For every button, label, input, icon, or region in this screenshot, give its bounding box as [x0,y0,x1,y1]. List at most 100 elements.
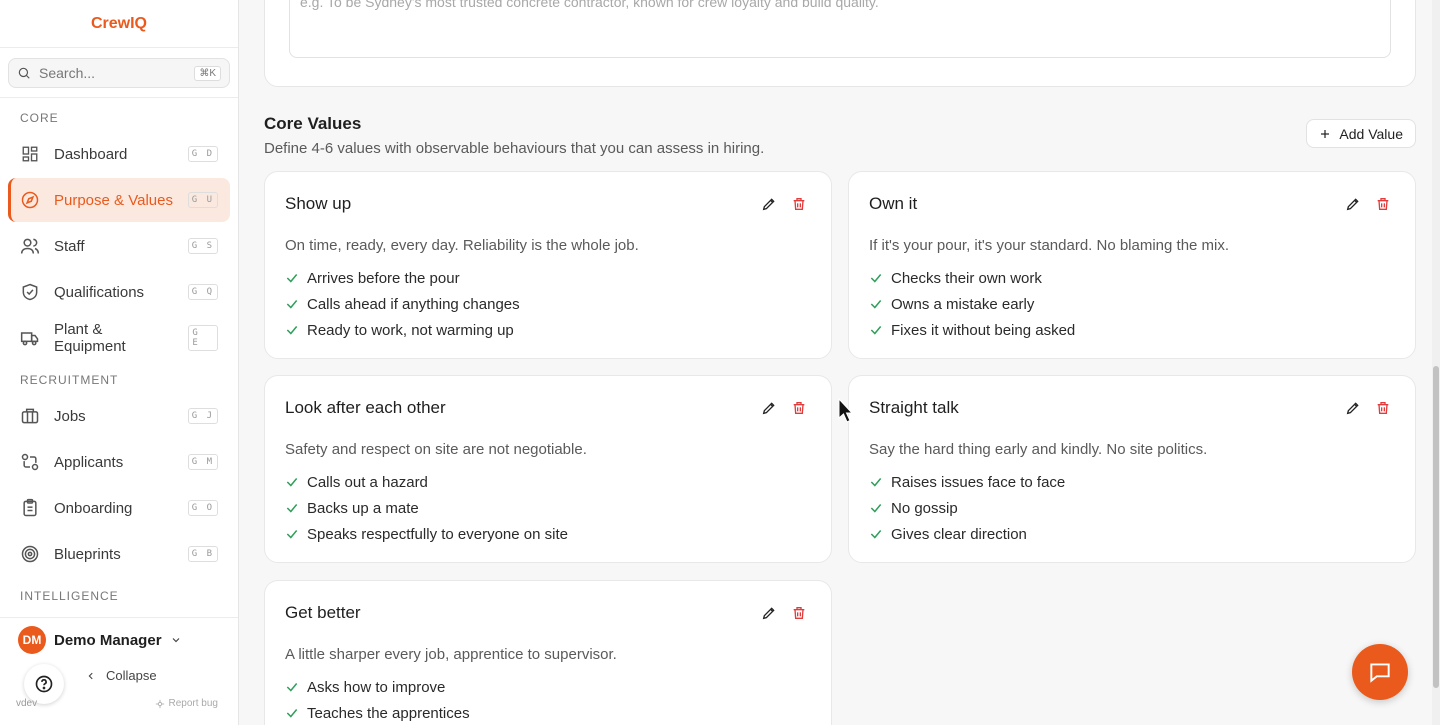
sidebar-item-staff[interactable]: Staff G S [8,224,230,268]
shortcut-badge: G B [187,546,218,562]
check-icon [286,683,298,692]
chat-icon [1370,663,1390,683]
behaviour-item: Raises issues face to face [869,469,1395,495]
behaviour-list: Checks their own work Owns a mistake ear… [869,265,1395,343]
behaviour-list: Raises issues face to face No gossip Giv… [869,469,1395,547]
shortcut-badge: G O [187,500,218,516]
main-content: e.g. To be Sydney's most trusted concret… [240,0,1432,725]
behaviour-item: Teaches the apprentices [285,700,811,725]
user-menu[interactable]: DM Demo Manager [0,618,238,662]
value-title: Get better [285,603,361,622]
delete-icon[interactable] [1375,196,1391,212]
card-actions [1345,196,1391,212]
behaviour-item: Calls out a hazard [285,469,811,495]
delete-icon[interactable] [791,400,807,416]
search-input[interactable]: Search... ⌘K [8,58,230,88]
value-title: Straight talk [869,398,959,417]
behaviour-text: Speaks respectfully to everyone on site [307,525,568,543]
sidebar-item-jobs[interactable]: Jobs G J [8,394,230,438]
section-subtitle: Define 4-6 values with observable behavi… [264,140,765,157]
behaviour-item: Owns a mistake early [869,291,1395,317]
sidebar-item-purpose-values[interactable]: Purpose & Values G U [8,178,230,222]
behaviour-text: Asks how to improve [307,678,446,696]
truck-icon [20,328,40,348]
delete-icon[interactable] [791,196,807,212]
behaviour-text: Calls ahead if anything changes [307,295,520,313]
behaviour-item: Backs up a mate [285,495,811,521]
shortcut-badge: G M [187,454,218,470]
value-description: Say the hard thing early and kindly. No … [869,441,1208,458]
report-bug-label: Report bug [168,698,218,709]
delete-icon[interactable] [791,605,807,621]
shield-check-icon [20,282,40,302]
vision-placeholder: e.g. To be Sydney's most trusted concret… [300,0,879,10]
sidebar-item-onboarding[interactable]: Onboarding G O [8,486,230,530]
behaviour-text: Checks their own work [891,269,1042,287]
section-label-recruitment: RECRUITMENT [20,373,119,387]
behaviour-item: Asks how to improve [285,674,811,700]
sidebar-item-label: Staff [54,237,85,255]
delete-icon[interactable] [1375,400,1391,416]
help-icon [35,675,53,693]
scrollbar-thumb[interactable] [1433,366,1439,688]
behaviour-text: No gossip [891,499,958,517]
compass-icon [20,190,40,210]
brand-logo[interactable]: CrewIQ [0,0,238,48]
edit-icon[interactable] [1345,196,1361,212]
user-name: Demo Manager [54,631,162,649]
value-title: Show up [285,194,352,213]
clipboard-icon [20,498,40,518]
users-icon [20,236,40,256]
add-value-label: Add Value [1339,125,1403,142]
behaviour-text: Raises issues face to face [891,473,1066,491]
edit-icon[interactable] [761,605,777,621]
sidebar-item-label: Plant & Equipment [54,321,126,355]
edit-icon[interactable] [761,400,777,416]
search-wrap: Search... ⌘K [0,48,238,98]
collapse-button[interactable]: Collapse [86,668,157,683]
vision-textarea[interactable]: e.g. To be Sydney's most trusted concret… [289,0,1391,58]
sidebar-item-qualifications[interactable]: Qualifications G Q [8,270,230,314]
behaviour-text: Owns a mistake early [891,295,1035,313]
value-card: Show up On time, ready, every day. Relia… [264,171,832,359]
shortcut-badge: G U [187,192,218,208]
scrollbar[interactable] [1432,0,1440,725]
section-label-core: CORE [20,111,59,125]
value-description: On time, ready, every day. Reliability i… [285,237,639,254]
shortcut-badge: G D [187,146,218,162]
chevron-left-icon [88,672,93,679]
sidebar-item-label: Applicants [54,453,124,471]
report-bug-link[interactable]: Report bug [155,698,218,709]
briefcase-icon [20,406,40,426]
card-actions [761,400,807,416]
check-icon [286,300,298,309]
card-actions [1345,400,1391,416]
sidebar-item-label: Blueprints [54,545,121,563]
value-description: Safety and respect on site are not negot… [285,441,587,458]
sidebar-item-plant-equipment[interactable]: Plant & Equipment G E [8,316,230,360]
behaviour-list: Calls out a hazard Backs up a mate Speak… [285,469,811,547]
collapse-label: Collapse [106,668,157,683]
check-icon [286,530,298,539]
sidebar-item-blueprints[interactable]: Blueprints G B [8,532,230,576]
shortcut-badge: G J [187,408,218,424]
behaviour-text: Gives clear direction [891,525,1027,543]
edit-icon[interactable] [1345,400,1361,416]
section-label-intelligence: INTELLIGENCE [20,589,119,603]
add-value-button[interactable]: Add Value [1306,119,1416,148]
check-icon [870,530,882,539]
behaviour-item: Calls ahead if anything changes [285,291,811,317]
mouse-cursor-icon [838,398,854,423]
sidebar-item-applicants[interactable]: Applicants G M [8,440,230,484]
value-card: Straight talk Say the hard thing early a… [848,375,1416,563]
behaviour-text: Teaches the apprentices [307,704,470,722]
behaviour-item: Arrives before the pour [285,265,811,291]
version-label: vdev [16,698,38,709]
value-title: Look after each other [285,398,446,417]
value-card: Get better A little sharper every job, a… [264,580,832,725]
behaviour-item: No gossip [869,495,1395,521]
check-icon [286,709,298,718]
sidebar-item-dashboard[interactable]: Dashboard G D [8,132,230,176]
chat-button[interactable] [1352,644,1408,700]
edit-icon[interactable] [761,196,777,212]
